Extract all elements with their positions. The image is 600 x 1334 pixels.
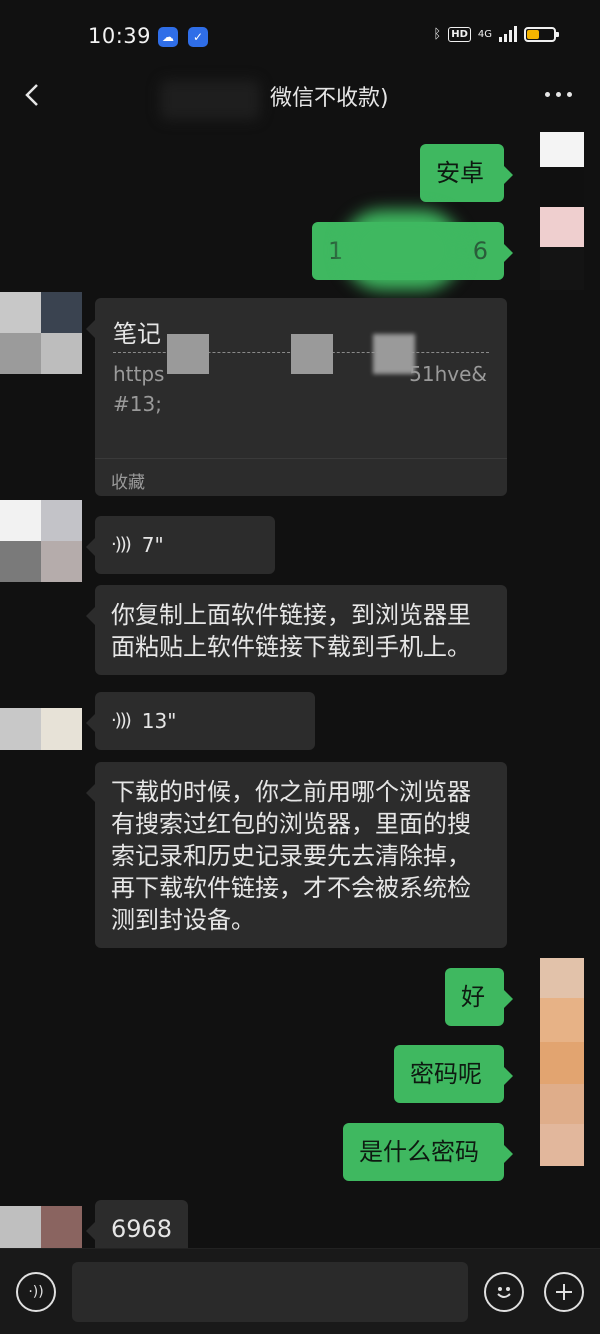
message-input[interactable] (72, 1262, 468, 1322)
blurred-number-start: 1 (328, 237, 344, 265)
avatar-contact[interactable] (0, 500, 82, 582)
mosaic (167, 334, 209, 374)
plus-icon[interactable] (544, 1272, 584, 1312)
more-dots-icon[interactable] (545, 92, 572, 97)
avatar-contact[interactable] (0, 708, 82, 750)
title-mosaic (160, 80, 260, 120)
message-bubble-out[interactable]: 是什么密码 (343, 1123, 513, 1181)
note-footer: 收藏 (111, 473, 145, 493)
note-card[interactable]: 笔记 https 51hve& #13; 收藏 (86, 298, 507, 496)
message-bubble-out[interactable]: 安卓 (420, 144, 513, 202)
voice-duration: 7" (141, 533, 164, 557)
message-bubble-in[interactable]: 下载的时候，你之前用哪个浏览器有搜索过红包的浏览器，里面的搜索记录和历史记录要先… (86, 762, 507, 948)
battery-icon (524, 26, 559, 42)
voice-mode-icon[interactable]: ·)) (16, 1272, 56, 1312)
mosaic (373, 334, 415, 374)
message-bubble-out[interactable]: 密码呢 (394, 1045, 513, 1103)
back-arrow-icon[interactable] (18, 80, 48, 110)
note-link-start: https (113, 362, 165, 386)
voice-wave-icon: ·))) (111, 710, 132, 731)
note-title: 笔记 (113, 320, 161, 348)
voice-duration: 13" (141, 709, 177, 733)
voice-message[interactable]: ·))) 13" (86, 692, 315, 750)
avatar-contact[interactable] (0, 1206, 82, 1248)
hd-badge: HD (448, 26, 471, 42)
network-type: 4G (477, 28, 492, 40)
avatar-contact[interactable] (0, 292, 82, 374)
avatar-self-1[interactable] (540, 132, 584, 290)
note-link-line2: #13; (113, 392, 162, 416)
bluetooth-icon: ᛒ (433, 26, 442, 42)
message-bubble-in[interactable]: 你复制上面软件链接，到浏览器里面粘贴上软件链接下载到手机上。 (86, 585, 507, 675)
mosaic (291, 334, 333, 374)
message-bubble-out[interactable]: 好 (445, 968, 513, 1026)
note-footer-divider (95, 458, 507, 459)
emoji-icon[interactable] (484, 1272, 524, 1312)
chat-title: 微信不收款) (270, 86, 389, 111)
status-indicators: ᛒ HD 4G (433, 26, 559, 42)
message-bubble-out-blurred[interactable]: 1 6 (312, 210, 513, 290)
status-time: 10:39 (88, 24, 152, 48)
note-link-end: 51hve& (409, 362, 487, 386)
voice-message[interactable]: ·))) 7" (86, 516, 275, 574)
voice-wave-icon: ·))) (111, 534, 132, 555)
blurred-number-end: 6 (472, 237, 488, 265)
avatar-self-2[interactable] (540, 958, 584, 1166)
signal-icon (499, 26, 517, 42)
cloud-icon: ☁ (158, 27, 178, 47)
shield-icon: ✓ (188, 27, 208, 47)
